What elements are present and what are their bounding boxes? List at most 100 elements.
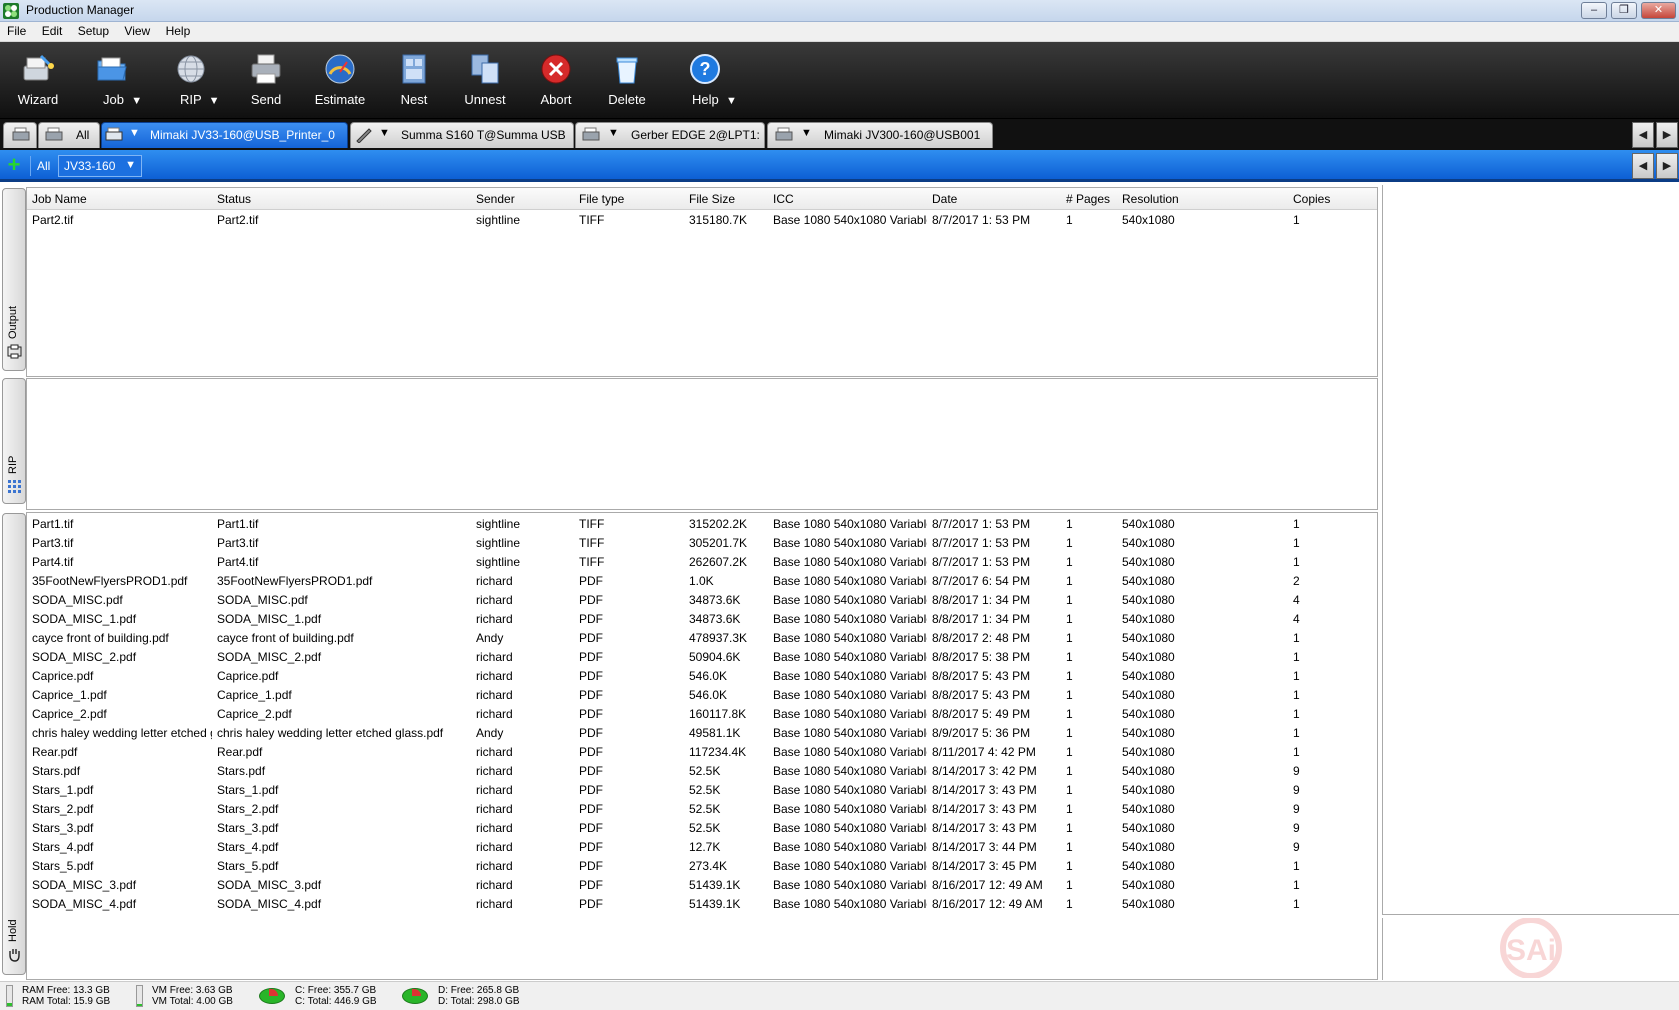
chevron-down-icon[interactable]: ▼ (129, 127, 140, 139)
icc-cell: Base 1080 540x1080 Variable c (773, 821, 927, 835)
job-row[interactable]: Part1.tif Part1.tif sightline TIFF 315202.2K… (27, 515, 1377, 534)
scroll-left-button[interactable]: ◀ (1632, 122, 1654, 148)
status-cell: 35FootNewFlyersPROD1.pdf (217, 574, 373, 588)
sender-cell: richard (476, 669, 513, 683)
chevron-down-icon[interactable]: ▼ (608, 127, 619, 139)
job-name-cell: Stars_3.pdf (32, 821, 94, 835)
side-tab-rip[interactable]: RIP (2, 378, 26, 504)
col-date[interactable]: Date (932, 192, 957, 206)
job-row[interactable]: Caprice.pdf Caprice.pdf richard PDF 546.0K Ba… (27, 667, 1377, 686)
queue-scroll-right-button[interactable]: ▶ (1656, 153, 1678, 179)
file-type-cell: TIFF (579, 536, 605, 550)
help-dropdown-icon[interactable]: ▼ (726, 95, 737, 107)
job-row[interactable]: Stars.pdf Stars.pdf richard PDF 52.5K Base 10… (27, 762, 1377, 781)
job-row[interactable]: Part2.tif Part2.tif sightline TIFF 315180.7K… (27, 211, 1377, 230)
abort-button[interactable]: Abort (535, 42, 577, 119)
unnest-button[interactable]: Unnest (460, 42, 510, 119)
resolution-cell: 540x1080 (1122, 878, 1175, 892)
job-row[interactable]: SODA_MISC_3.pdf SODA_MISC_3.pdf richard PDF… (27, 876, 1377, 895)
status-cell: Stars_1.pdf (217, 783, 279, 797)
file-type-cell: PDF (579, 726, 603, 740)
job-row[interactable]: 35FootNewFlyersPROD1.pdf 35FootNewFlyersP… (27, 572, 1377, 591)
queue-scroll-left-button[interactable]: ◀ (1632, 153, 1654, 179)
job-row[interactable]: Stars_4.pdf Stars_4.pdf richard PDF 12.7K Bas… (27, 838, 1377, 857)
queue-selector[interactable]: JV33-160 ▼ (58, 155, 142, 177)
delete-button[interactable]: Delete (604, 42, 650, 119)
job-row[interactable]: Part3.tif Part3.tif sightline TIFF 305201.7K… (27, 534, 1377, 553)
chevron-down-icon[interactable]: ▼ (379, 127, 390, 139)
menu-edit[interactable]: Edit (35, 22, 63, 38)
scroll-right-button[interactable]: ▶ (1656, 122, 1678, 148)
col-pages[interactable]: # Pages (1066, 192, 1110, 206)
col-file-type[interactable]: File type (579, 192, 624, 206)
send-button[interactable]: Send (245, 42, 287, 119)
job-row[interactable]: SODA_MISC_4.pdf SODA_MISC_4.pdf richard PDF… (27, 895, 1377, 914)
copies-cell: 1 (1293, 745, 1300, 759)
nest-button[interactable]: Nest (391, 42, 437, 119)
job-row[interactable]: Stars_1.pdf Stars_1.pdf richard PDF 52.5K Bas… (27, 781, 1377, 800)
pages-cell: 1 (1066, 802, 1073, 816)
add-queue-icon[interactable]: + (3, 154, 25, 177)
vm-status: VM Free: 3.63 GB VM Total: 4.00 GB (152, 985, 233, 1007)
help-button[interactable]: ? Help ▼ (686, 42, 746, 119)
pages-cell: 1 (1066, 574, 1073, 588)
job-row[interactable]: Stars_3.pdf Stars_3.pdf richard PDF 52.5K Bas… (27, 819, 1377, 838)
job-row[interactable]: Caprice_1.pdf Caprice_1.pdf richard PDF 546.… (27, 686, 1377, 705)
side-tab-output[interactable]: Output (2, 188, 26, 371)
job-row[interactable]: SODA_MISC_2.pdf SODA_MISC_2.pdf richard PDF… (27, 648, 1377, 667)
svg-text:SAi: SAi (1506, 934, 1556, 967)
estimate-button[interactable]: Estimate (311, 42, 369, 119)
menu-setup[interactable]: Setup (71, 22, 109, 38)
job-name-cell: Stars_4.pdf (32, 840, 94, 854)
col-job-name[interactable]: Job Name (32, 192, 87, 206)
job-dropdown-icon[interactable]: ▼ (131, 95, 142, 107)
resolution-cell: 540x1080 (1122, 821, 1175, 835)
printer-tab-gerber[interactable]: ▼ Gerber EDGE 2@LPT1: (575, 122, 765, 148)
menu-help[interactable]: Help (159, 22, 191, 38)
file-size-cell: 51439.1K (689, 878, 741, 892)
close-button[interactable]: ✕ (1641, 2, 1676, 19)
col-sender[interactable]: Sender (476, 192, 515, 206)
delete-label: Delete (608, 92, 646, 107)
col-icc[interactable]: ICC (773, 192, 794, 206)
job-row[interactable]: Stars_5.pdf Stars_5.pdf richard PDF 273.4K Ba… (27, 857, 1377, 876)
printer-tab-summa[interactable]: ▼ Summa S160 T@Summa USB (350, 122, 574, 148)
printer-tab-all[interactable]: All (38, 122, 100, 148)
job-row[interactable]: Caprice_2.pdf Caprice_2.pdf richard PDF 1601… (27, 705, 1377, 724)
col-copies[interactable]: Copies (1293, 192, 1330, 206)
file-size-cell: 546.0K (689, 688, 728, 702)
status-cell: SODA_MISC_1.pdf (217, 612, 322, 626)
menu-view[interactable]: View (117, 22, 150, 38)
job-row[interactable]: cayce front of building.pdf cayce front o… (27, 629, 1377, 648)
printer-icon (251, 54, 281, 84)
job-row[interactable]: SODA_MISC.pdf SODA_MISC.pdf richard PDF 3487… (27, 591, 1377, 610)
icc-cell: Base 1080 540x1080 Variable c (773, 517, 927, 531)
menu-file[interactable]: File (0, 22, 26, 38)
chevron-down-icon[interactable]: ▼ (801, 127, 812, 139)
printer-tab-all-label: All (76, 128, 90, 142)
date-cell: 8/14/2017 3: 45 PM (932, 859, 1037, 873)
job-row[interactable]: SODA_MISC_1.pdf SODA_MISC_1.pdf richard PDF… (27, 610, 1377, 629)
printer-tab-mimaki-jv33[interactable]: ▼ Mimaki JV33-160@USB_Printer_0 (101, 122, 348, 148)
queue-all-tab[interactable]: All (30, 156, 56, 176)
job-row[interactable]: Rear.pdf Rear.pdf richard PDF 117234.4K Base … (27, 743, 1377, 762)
col-status[interactable]: Status (217, 192, 251, 206)
chevron-down-icon[interactable]: ▼ (125, 159, 136, 171)
printer-tab-mimaki-jv300[interactable]: ▼ Mimaki JV300-160@USB001 (767, 122, 993, 148)
rip-dropdown-icon[interactable]: ▼ (209, 95, 220, 107)
printer-tab-icon-only[interactable] (3, 122, 37, 148)
job-row[interactable]: Stars_2.pdf Stars_2.pdf richard PDF 52.5K Bas… (27, 800, 1377, 819)
icc-cell: Base 1080 540x1080 Variable c (773, 650, 927, 664)
col-file-size[interactable]: File Size (689, 192, 735, 206)
sender-cell: richard (476, 593, 513, 607)
wizard-button[interactable]: Wizard (8, 42, 68, 119)
minimize-button[interactable]: – (1581, 2, 1607, 19)
job-button[interactable]: Job ▼ (93, 42, 153, 119)
date-cell: 8/16/2017 12: 49 AM (932, 878, 1043, 892)
col-resolution[interactable]: Resolution (1122, 192, 1179, 206)
side-tab-hold[interactable]: Hold (2, 513, 26, 975)
job-row[interactable]: chris haley wedding letter etched g chris… (27, 724, 1377, 743)
job-row[interactable]: Part4.tif Part4.tif sightline TIFF 262607.2K… (27, 553, 1377, 572)
rip-button[interactable]: RIP ▼ (172, 42, 232, 119)
restore-button[interactable]: ❐ (1611, 2, 1637, 19)
